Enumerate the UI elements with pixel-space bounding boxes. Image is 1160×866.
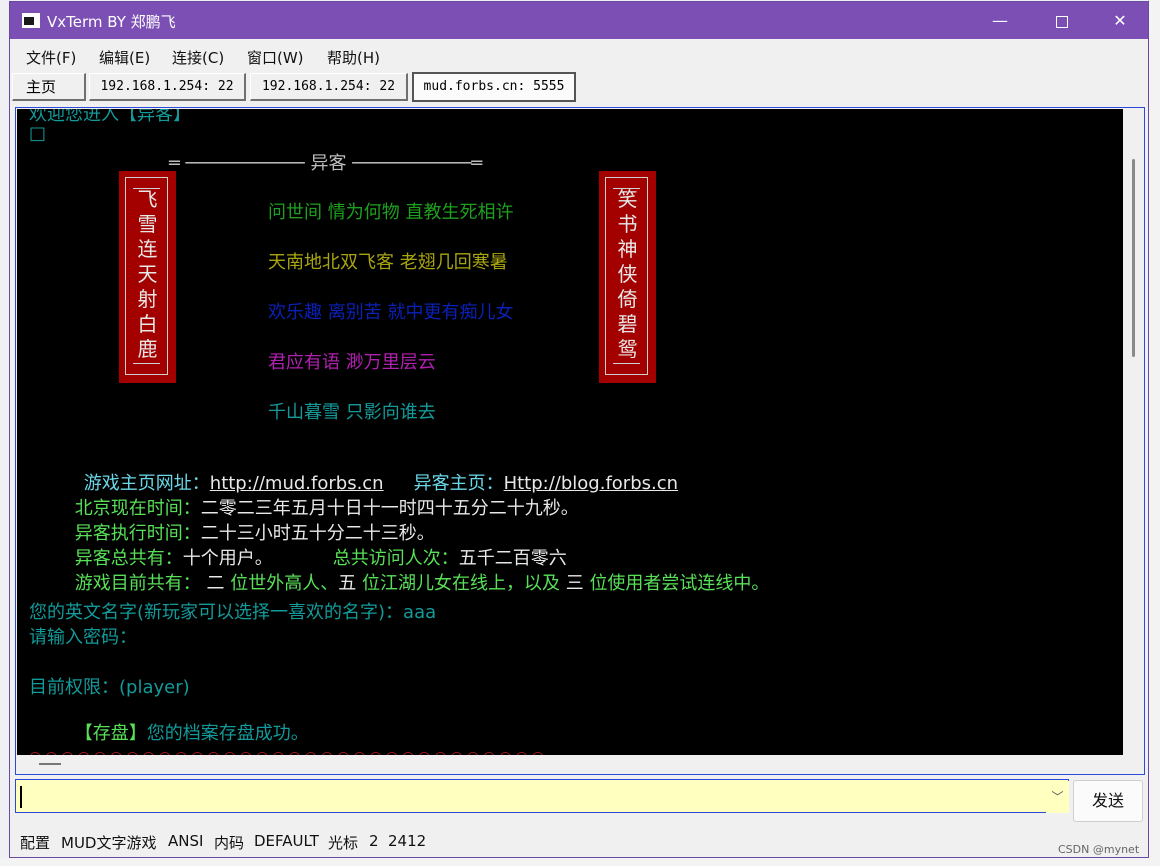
command-input[interactable]: ﹀ (15, 779, 1069, 813)
tab-home[interactable]: 主页 (12, 73, 86, 101)
right-couplet: 笑 书 神 侠 倚 碧 鸳 (599, 171, 656, 383)
name-prompt: 您的英文名字(新玩家可以选择一喜欢的名字)：aaa (29, 602, 437, 623)
right-couplet-char: 笑 (617, 187, 638, 211)
terminal-panel: 欢迎您进入【异客】 □ ═ ─────────── 异客 ───────────… (15, 107, 1145, 775)
online-count-players: 五 (338, 573, 362, 594)
tab-bar: 主页 192.168.1.254: 22 192.168.1.254: 22 m… (10, 71, 1148, 104)
right-couplet-char: 倚 (617, 287, 638, 311)
left-couplet-char: 鹿 (137, 337, 158, 361)
save-message: 您的档案存盘成功。 (146, 723, 309, 744)
tab-mud[interactable]: mud.forbs.cn: 5555 (412, 72, 576, 102)
terminal-app-icon (22, 13, 40, 28)
status-mode: MUD文字游戏 (61, 834, 157, 852)
send-button[interactable]: 发送 (1073, 780, 1143, 822)
command-row: ﹀ 发送 (15, 779, 1145, 827)
save-tag: 【存盘】 (74, 723, 147, 744)
left-couplet-chars: 飞 雪 连 天 射 白 鹿 (119, 187, 176, 362)
status-encoding-label: 内码 (214, 834, 245, 852)
password-prompt: 请输入密码： (29, 627, 137, 648)
tab-home-label: 主页 (26, 78, 57, 96)
online-count-connecting: 三 (565, 573, 590, 594)
menu-file[interactable]: 文件(F) (26, 47, 76, 68)
poem-line-5: 千山暮雪 只影向谁去 (268, 402, 436, 423)
horizontal-scroll-thumb[interactable] (39, 763, 61, 765)
tab-mud-label: mud.forbs.cn: 5555 (423, 79, 565, 94)
status-encoding-value: DEFAULT (254, 832, 319, 850)
status-ansi: ANSI (168, 832, 204, 850)
status-cursor-label: 光标 (328, 834, 359, 852)
poem-line-4: 君应有语 渺万里层云 (268, 352, 436, 373)
tab-ssh-2-label: 192.168.1.254: 22 (261, 79, 396, 94)
text-caret (20, 786, 22, 808)
left-couplet: 飞 雪 连 天 射 白 鹿 (119, 171, 176, 383)
left-couplet-char: 射 (137, 287, 158, 311)
tab-ssh-2[interactable]: 192.168.1.254: 22 (250, 73, 408, 101)
poem-line-2: 天南地北双飞客 老翅几回寒暑 (268, 252, 508, 273)
right-couplet-chars: 笑 书 神 侠 倚 碧 鸳 (599, 187, 656, 362)
banner-header: ═ ─────────── 异客 ───────────═ (169, 153, 483, 174)
poem-line-3: 欢乐趣 离别苦 就中更有痴儿女 (268, 302, 514, 323)
minimize-button[interactable]: — (977, 2, 1023, 39)
left-couplet-char: 飞 (137, 187, 158, 211)
menu-help[interactable]: 帮助(H) (327, 47, 380, 68)
tab-ssh-1[interactable]: 192.168.1.254: 22 (89, 73, 246, 101)
left-couplet-char: 连 (137, 237, 158, 261)
box-glyph: □ (29, 123, 47, 144)
vertical-scroll-thumb[interactable] (1132, 159, 1135, 357)
vertical-scrollbar[interactable] (1124, 109, 1144, 773)
vxterm-window: VxTerm BY 郑鹏飞 — ✕ 文件(F) 编辑(E) 连接(C) 窗口(W… (9, 1, 1149, 858)
csdn-watermark: CSDN @mynet (1058, 843, 1140, 856)
poem-line-1: 问世间 情为何物 直教生死相许 (268, 202, 514, 223)
left-couplet-char: 天 (137, 262, 158, 286)
maximize-icon (1056, 15, 1068, 28)
menu-connect[interactable]: 连接(C) (172, 47, 224, 68)
online-count-masters: 二 (200, 573, 231, 594)
right-couplet-char: 侠 (617, 262, 638, 286)
right-couplet-char: 书 (617, 212, 638, 236)
status-cursor-col: 2412 (388, 832, 427, 850)
maximize-button[interactable] (1039, 2, 1085, 39)
terminal-output[interactable]: 欢迎您进入【异客】 □ ═ ─────────── 异客 ───────────… (17, 109, 1123, 755)
online-text-connecting: 位使用者尝试连线中。 (589, 573, 770, 594)
right-couplet-char: 神 (617, 237, 638, 261)
menu-edit[interactable]: 编辑(E) (99, 47, 150, 68)
close-button[interactable]: ✕ (1097, 2, 1143, 39)
menu-window[interactable]: 窗口(W) (247, 47, 304, 68)
right-couplet-char: 碧 (617, 312, 638, 336)
menu-bar: 文件(F) 编辑(E) 连接(C) 窗口(W) 帮助(H) (10, 39, 1148, 71)
window-title: VxTerm BY 郑鹏飞 (47, 13, 176, 31)
online-text-masters: 位世外高人、 (230, 573, 339, 594)
welcome-line-partial: 欢迎您进入【异客】 (29, 109, 191, 125)
right-couplet-char: 鸳 (617, 337, 638, 361)
chevron-down-icon[interactable]: ﹀ (1046, 781, 1069, 813)
tab-ssh-1-label: 192.168.1.254: 22 (100, 79, 234, 94)
left-couplet-char: 白 (137, 312, 158, 336)
background-desktop (0, 858, 1160, 866)
online-text-players: 位江湖儿女在线上，以及 (361, 573, 566, 594)
online-label: 游戏目前共有： (74, 573, 201, 594)
background-window-edge (1148, 0, 1160, 866)
status-bar: 配置 MUD文字游戏 ANSI 内码 DEFAULT 光标 2 2412 (10, 828, 1148, 857)
left-couplet-char: 雪 (137, 212, 158, 236)
permission-line: 目前权限：(player) (29, 677, 190, 698)
horizontal-scrollbar[interactable] (17, 755, 1123, 774)
title-bar[interactable]: VxTerm BY 郑鹏飞 — ✕ (10, 2, 1148, 39)
status-config[interactable]: 配置 (20, 832, 50, 853)
save-line: 【存盘】您的档案存盘成功。 (29, 698, 309, 755)
status-cursor-row: 2 (369, 832, 379, 850)
